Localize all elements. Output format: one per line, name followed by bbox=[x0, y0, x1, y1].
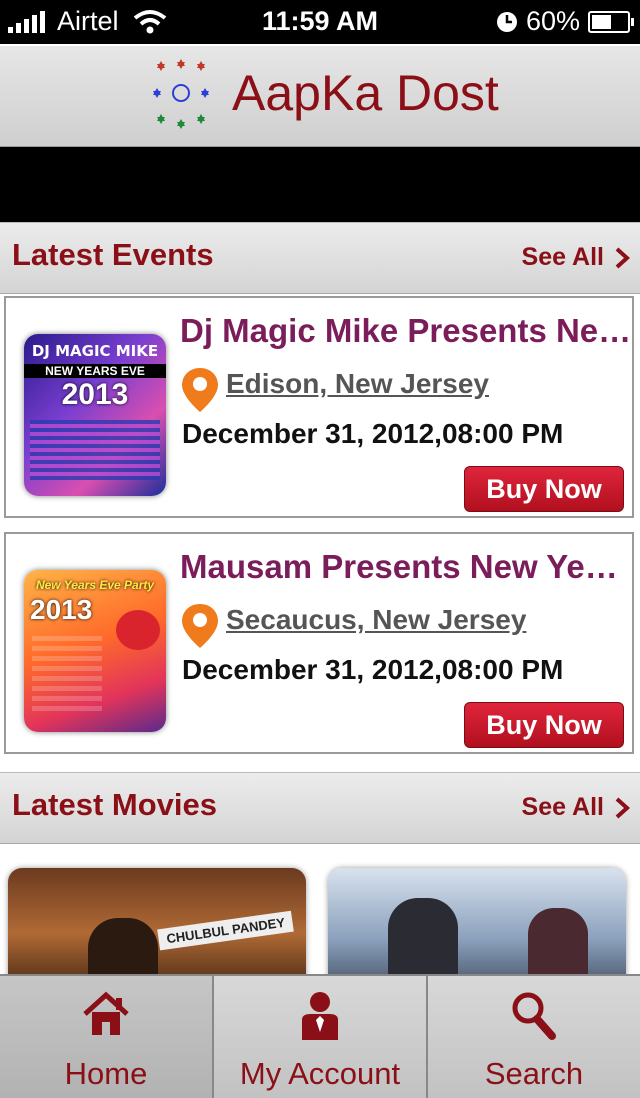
latest-movies-title: Latest Movies bbox=[12, 787, 218, 822]
poster-text: 2013 bbox=[30, 594, 93, 625]
poster-text: NEW YEARS EVE bbox=[24, 364, 166, 378]
event-title[interactable]: Dj Magic Mike Presents New... bbox=[180, 312, 632, 350]
app-header: AapKa Dost bbox=[0, 46, 640, 147]
movies-see-all-button[interactable]: See All bbox=[522, 793, 630, 822]
events-see-all-button[interactable]: See All bbox=[522, 243, 630, 272]
tab-my-account[interactable]: My Account bbox=[214, 976, 428, 1098]
event-card[interactable]: New Years Eve Party 2013 Mausam Presents… bbox=[4, 532, 634, 754]
latest-events-header: Latest Events See All bbox=[0, 222, 640, 294]
poster-details bbox=[32, 636, 102, 716]
poster-text: DJ MAGIC MIKE bbox=[31, 342, 159, 360]
location-pin-icon bbox=[182, 368, 218, 412]
battery-icon bbox=[588, 10, 634, 33]
poster-text: New Years Eve Party bbox=[35, 578, 155, 592]
clock-icon bbox=[496, 11, 517, 32]
tab-home[interactable]: Home bbox=[0, 976, 214, 1098]
chevron-right-icon bbox=[615, 247, 630, 268]
event-poster[interactable]: DJ MAGIC MIKE NEW YEARS EVE 2013 bbox=[24, 334, 166, 496]
tab-search-label: Search bbox=[484, 1056, 584, 1091]
search-icon bbox=[512, 992, 556, 1040]
event-title[interactable]: Mausam Presents New Year... bbox=[180, 548, 632, 586]
chevron-right-icon bbox=[615, 797, 630, 818]
location-pin-icon bbox=[182, 604, 218, 648]
poster-text: CHULBUL PANDEY bbox=[157, 910, 295, 951]
latest-movies-header: Latest Movies See All bbox=[0, 772, 640, 844]
status-bar: Airtel 11:59 AM 60% bbox=[0, 0, 640, 44]
tab-home-label: Home bbox=[64, 1056, 148, 1091]
event-datetime: December 31, 2012,08:00 PM bbox=[182, 654, 564, 685]
battery-percent: 60% bbox=[525, 6, 580, 36]
tab-my-account-label: My Account bbox=[239, 1056, 401, 1091]
poster-details bbox=[30, 420, 160, 480]
tab-search[interactable]: Search bbox=[428, 976, 640, 1098]
event-location-link[interactable]: Edison, New Jersey bbox=[226, 368, 489, 400]
tab-bar: Home My Account Search bbox=[0, 974, 640, 1098]
aapka-dost-logo-icon bbox=[153, 59, 209, 129]
home-icon bbox=[83, 991, 129, 1035]
latest-events-title: Latest Events bbox=[12, 237, 214, 272]
status-right: 60% bbox=[496, 6, 634, 37]
app-title: AapKa Dost bbox=[232, 65, 499, 121]
event-poster[interactable]: New Years Eve Party 2013 bbox=[24, 570, 166, 732]
see-all-label: See All bbox=[521, 243, 604, 271]
poster-badge bbox=[116, 610, 160, 650]
ad-banner[interactable] bbox=[0, 147, 640, 222]
buy-now-button[interactable]: Buy Now bbox=[464, 466, 624, 512]
event-datetime: December 31, 2012,08:00 PM bbox=[182, 418, 564, 449]
poster-text: 2013 bbox=[61, 378, 129, 411]
see-all-label: See All bbox=[521, 793, 604, 821]
event-card[interactable]: DJ MAGIC MIKE NEW YEARS EVE 2013 Dj Magi… bbox=[4, 296, 634, 518]
buy-now-button[interactable]: Buy Now bbox=[464, 702, 624, 748]
event-location-link[interactable]: Secaucus, New Jersey bbox=[226, 604, 526, 636]
account-icon bbox=[302, 992, 338, 1040]
